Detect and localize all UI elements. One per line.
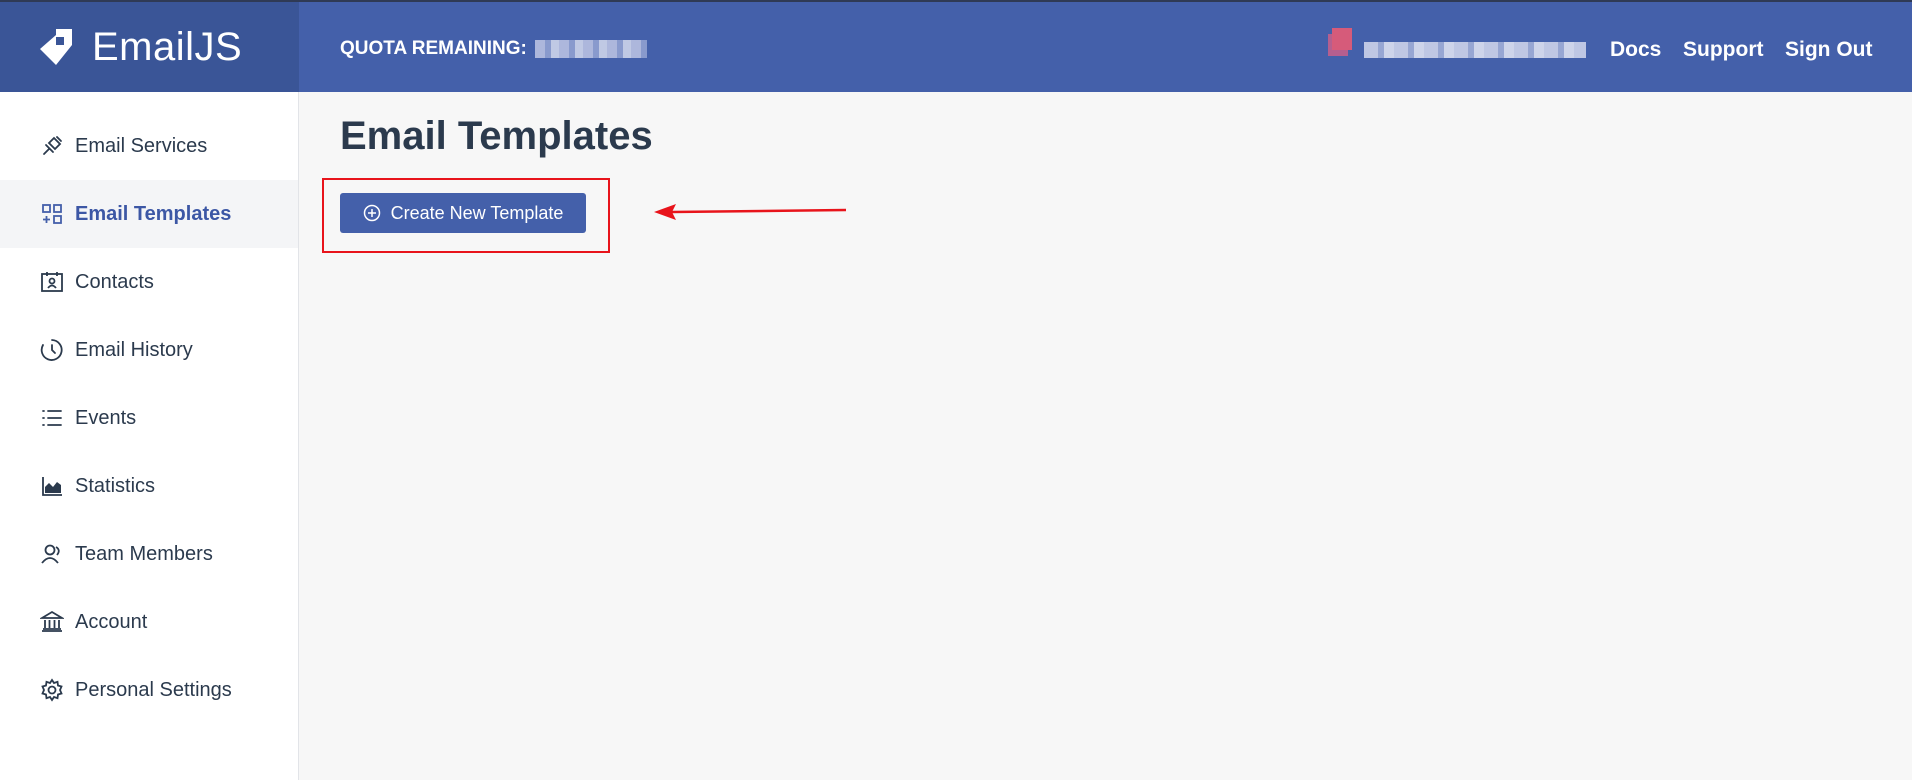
sidebar-item-label: Statistics	[75, 474, 156, 497]
sidebar-item-label: Personal Settings	[75, 678, 232, 701]
sidebar-item-email-history[interactable]: Email History	[0, 316, 298, 384]
quota-label: QUOTA REMAINING:	[340, 38, 527, 59]
page-title: Email Templates	[340, 114, 653, 158]
sidebar-item-account[interactable]: Account	[0, 588, 298, 656]
sidebar-item-label: Email Services	[75, 134, 208, 157]
sidebar-item-email-services[interactable]: Email Services	[0, 112, 298, 180]
sidebar: Email Services Email Templates Contacts …	[0, 92, 299, 780]
support-link[interactable]: Support	[1683, 38, 1763, 62]
quota-remaining: QUOTA REMAINING:	[340, 38, 647, 60]
gear-icon	[40, 678, 64, 702]
sidebar-item-events[interactable]: Events	[0, 384, 298, 452]
sidebar-item-label: Email History	[75, 338, 193, 361]
sidebar-item-contacts[interactable]: Contacts	[0, 248, 298, 316]
quota-value-redacted	[534, 40, 647, 58]
emailjs-logo-icon	[40, 29, 72, 65]
annotation-arrow-icon	[654, 204, 847, 220]
docs-link[interactable]: Docs	[1610, 38, 1661, 62]
sidebar-item-label: Contacts	[75, 270, 154, 293]
sidebar-item-email-templates[interactable]: Email Templates	[0, 180, 298, 248]
sidebar-item-personal-settings[interactable]: Personal Settings	[0, 656, 298, 724]
sidebar-item-label: Events	[75, 406, 137, 429]
contacts-card-icon	[40, 270, 64, 294]
plug-icon	[40, 134, 64, 158]
sidebar-item-label: Team Members	[75, 542, 213, 565]
user-account[interactable]	[1330, 26, 1586, 66]
team-members-icon	[40, 542, 64, 566]
sidebar-item-team-members[interactable]: Team Members	[0, 520, 298, 588]
user-name-redacted	[1364, 42, 1586, 58]
sidebar-item-statistics[interactable]: Statistics	[0, 452, 298, 520]
bank-icon	[40, 610, 64, 634]
brand[interactable]: EmailJS	[0, 2, 299, 92]
sidebar-item-label: Email Templates	[75, 202, 232, 225]
top-bar: EmailJS QUOTA REMAINING: Docs Support Si…	[0, 0, 1912, 92]
templates-grid-icon	[40, 202, 64, 226]
history-clock-icon	[40, 338, 64, 362]
annotation-highlight-box	[322, 178, 610, 253]
list-icon	[40, 406, 64, 430]
brand-name: EmailJS	[92, 24, 243, 69]
area-chart-icon	[40, 474, 64, 498]
sidebar-item-label: Account	[75, 610, 148, 633]
avatar	[1332, 28, 1352, 50]
sign-out-link[interactable]: Sign Out	[1785, 38, 1873, 62]
